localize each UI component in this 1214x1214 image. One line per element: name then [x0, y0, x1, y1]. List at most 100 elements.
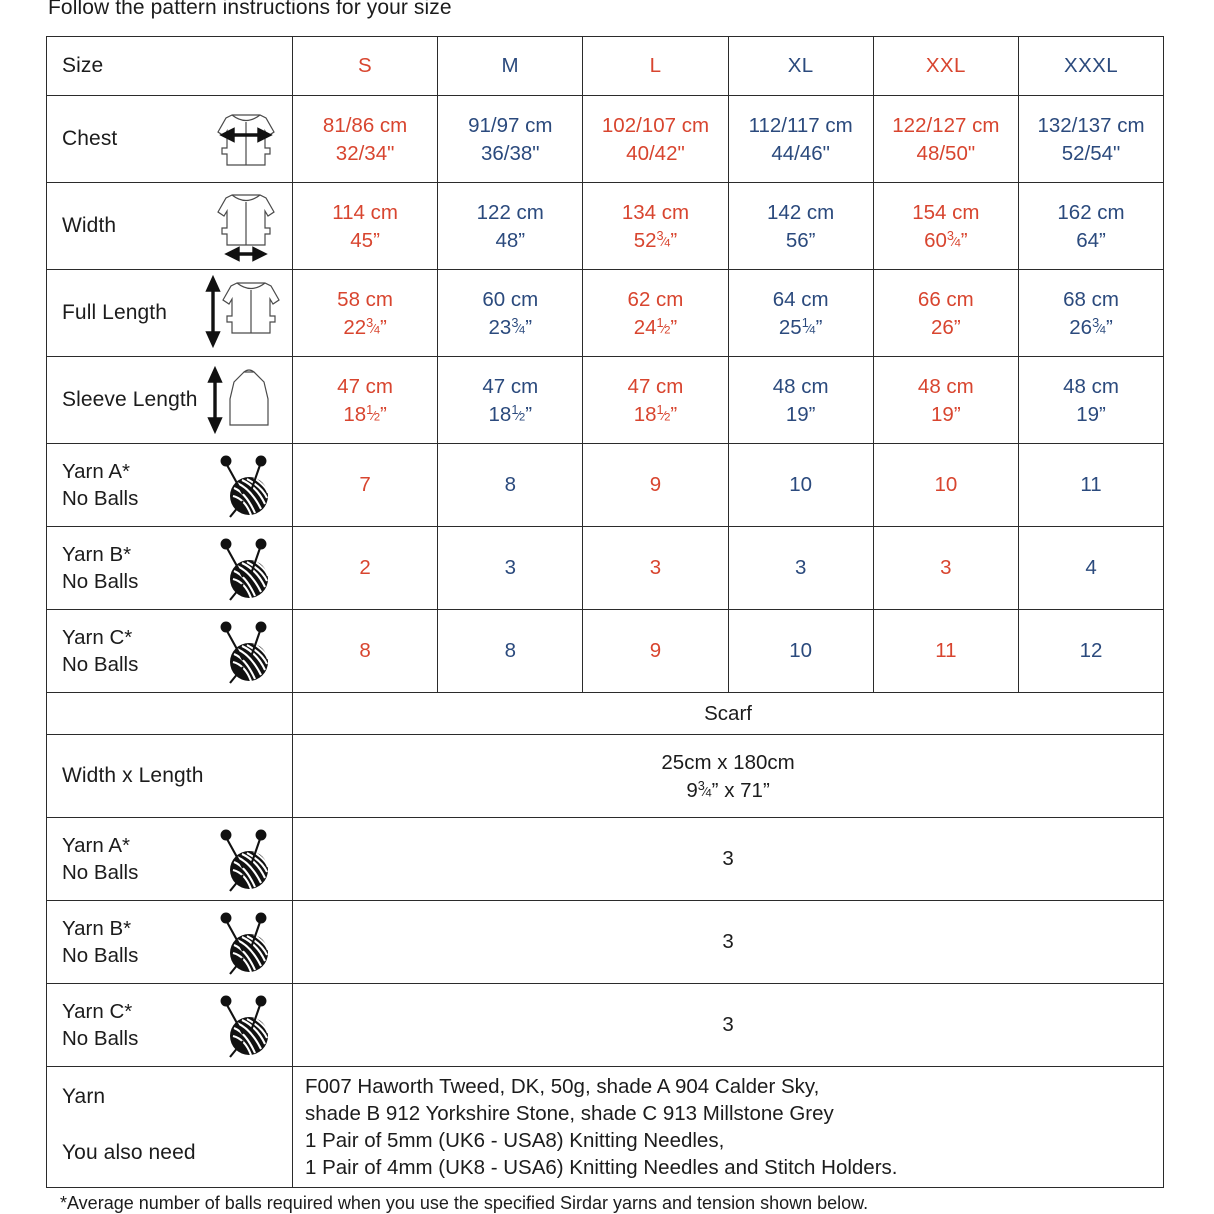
value-inch: 233⁄4” [488, 315, 533, 339]
full-length-value-m: 60 cm 233⁄4” [437, 269, 584, 357]
chest-value-l: 102/107 cm 40/42" [582, 95, 729, 183]
sleeve-length-value-xxxl: 48 cm 19” [1017, 356, 1165, 444]
value-cm: 81/86 cm [322, 114, 408, 138]
sleeve-length-value-s: 47 cm 181⁄2” [291, 356, 439, 444]
chest-value-xxxl: 132/137 cm 52/54" [1017, 95, 1165, 183]
value-inch: 32/34" [335, 141, 395, 165]
row-label-full-length: Full Length [46, 269, 293, 357]
width-value-xxl: 154 cm 603⁄4” [872, 182, 1019, 270]
row-label-scarf-yarn-a: Yarn A* No Balls [46, 817, 293, 901]
width-value-s: 114 cm 45” [291, 182, 439, 270]
sweater-length-icon [204, 270, 288, 356]
value-cm: 102/107 cm [601, 114, 710, 138]
full-length-value-l: 62 cm 241⁄2” [582, 269, 729, 357]
value-inch: 64” [1076, 228, 1106, 252]
table-row-chest: Chest 81/86 cm 32/34" 91/97 cm 36/38" 10… [46, 95, 1165, 183]
materials-line-3: 1 Pair of 5mm (UK6 - USA8) Knitting Need… [305, 1129, 725, 1153]
value-cm: 47 cm [337, 375, 393, 399]
yarn-b-value-l: 3 [582, 526, 729, 610]
sleeve-length-value-xxl: 48 cm 19” [872, 356, 1019, 444]
yarn-a-value-m: 8 [437, 443, 584, 527]
row-label-line1: Yarn B* [62, 916, 132, 940]
value-cm: 68 cm [1063, 288, 1119, 312]
value-cm: 48 cm [1063, 375, 1119, 399]
value-cm: 25cm x 180cm [661, 751, 795, 775]
full-length-value-xl: 64 cm 251⁄4” [727, 269, 874, 357]
size-chart-table: Size S M L XL XXL XXXL Chest 81/86 cm 32… [46, 36, 1165, 1189]
row-label-line2: No Balls [62, 653, 139, 676]
yarn-c-value-xxxl: 12 [1017, 609, 1165, 693]
row-label-text: Chest [62, 127, 118, 151]
row-label-line2: No Balls [62, 944, 139, 967]
intro-text: Follow the pattern instructions for your… [48, 0, 452, 19]
value-cm: 132/137 cm [1037, 114, 1145, 138]
value-cm: 154 cm [912, 201, 980, 225]
value-inch: 48” [495, 228, 526, 252]
value-inch: 52/54" [1061, 141, 1121, 165]
yarn-ball-icon [204, 901, 288, 983]
row-label-line1: Yarn C* [62, 999, 133, 1023]
yarn-a-value-l: 9 [582, 443, 729, 527]
row-label-yarn-b: Yarn B* No Balls [46, 526, 293, 610]
size-header-xxl: XXL [872, 36, 1019, 96]
value-cm: 47 cm [627, 375, 684, 399]
yarn-ball-icon [204, 984, 288, 1066]
materials-label-yarn: Yarn [62, 1085, 106, 1109]
width-value-m: 122 cm 48” [437, 182, 584, 270]
yarn-a-value-s: 7 [291, 443, 439, 527]
table-row-yarn-a: Yarn A* No Balls 7 8 9 10 10 11 [46, 443, 1165, 527]
row-label-line1: Yarn B* [62, 542, 132, 566]
chest-value-s: 81/86 cm 32/34" [291, 95, 439, 183]
row-label-width-x-length: Width x Length [46, 734, 293, 818]
table-row-scarf-header: Scarf [46, 692, 1165, 735]
value-inch: 223⁄4” [343, 315, 387, 339]
value-inch: 603⁄4” [924, 228, 968, 252]
width-value-xxxl: 162 cm 64” [1017, 182, 1165, 270]
value-cm: 60 cm [482, 288, 539, 312]
materials-text: F007 Haworth Tweed, DK, 50g, shade A 904… [291, 1065, 1165, 1189]
yarn-c-value-xl: 10 [727, 609, 874, 693]
value-cm: 134 cm [621, 201, 690, 225]
yarn-b-value-xl: 3 [727, 526, 874, 610]
value-inch: 181⁄2” [488, 402, 533, 426]
yarn-c-value-l: 9 [582, 609, 729, 693]
table-row-scarf-dimensions: Width x Length 25cm x 180cm 93⁄4” x 71” [46, 734, 1165, 818]
scarf-yarn-c-value: 3 [291, 983, 1165, 1067]
row-label-line1: Yarn A* [62, 459, 130, 483]
yarn-b-value-xxxl: 4 [1017, 526, 1165, 610]
size-header-m: M [437, 36, 584, 96]
width-value-xl: 142 cm 56” [727, 182, 874, 270]
materials-line-2: shade B 912 Yorkshire Stone, shade C 913… [305, 1102, 834, 1126]
value-cm: 64 cm [772, 288, 829, 312]
row-label-line1: Yarn C* [62, 625, 133, 649]
row-label-text: Sleeve Length [62, 388, 198, 412]
yarn-ball-icon [204, 444, 288, 526]
yarn-ball-icon [204, 818, 288, 900]
table-row-yarn-b: Yarn B* No Balls 2 3 3 3 3 4 [46, 526, 1165, 610]
sleeve-icon [204, 357, 288, 443]
row-label-line2: No Balls [62, 861, 139, 884]
value-inch: 56” [785, 228, 816, 252]
width-value-l: 134 cm 523⁄4” [582, 182, 729, 270]
yarn-b-value-m: 3 [437, 526, 584, 610]
value-cm: 112/117 cm [748, 114, 853, 138]
row-label-yarn-a: Yarn A* No Balls [46, 443, 293, 527]
value-cm: 66 cm [917, 288, 974, 312]
row-label-line2: No Balls [62, 1027, 139, 1050]
row-label-scarf-yarn-b: Yarn B* No Balls [46, 900, 293, 984]
yarn-ball-icon [204, 610, 288, 692]
chest-value-xl: 112/117 cm 44/46" [727, 95, 874, 183]
size-header-xl: XL [727, 36, 874, 96]
table-row-yarn-c: Yarn C* No Balls 8 8 9 10 11 12 [46, 609, 1165, 693]
row-label-line1: Yarn A* [62, 833, 130, 857]
value-inch: 181⁄2” [633, 402, 678, 426]
value-inch: 263⁄4” [1069, 315, 1113, 339]
yarn-a-value-xl: 10 [727, 443, 874, 527]
value-inch: 19” [931, 402, 961, 426]
value-cm: 62 cm [627, 288, 684, 312]
row-label-line2: No Balls [62, 570, 139, 593]
sweater-chest-icon [204, 96, 288, 182]
table-row-scarf-yarn-b: Yarn B* No Balls 3 [46, 900, 1165, 984]
value-cm: 162 cm [1057, 201, 1125, 225]
value-inch: 523⁄4” [633, 228, 678, 252]
